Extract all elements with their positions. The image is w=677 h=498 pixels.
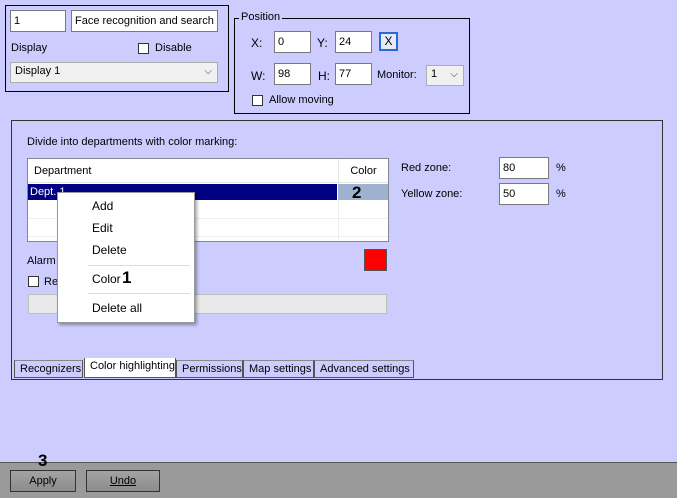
monitor-select-value: 1 (431, 68, 438, 80)
display-select[interactable]: Display 1 ⌵ (10, 62, 218, 83)
column-header-color[interactable]: Color (338, 159, 388, 183)
re-checkbox[interactable] (28, 276, 39, 287)
alarm-color-swatch[interactable] (364, 249, 387, 271)
chevron-down-icon: ⌵ (450, 69, 458, 80)
alarm-label: Alarm (27, 255, 56, 267)
h-field[interactable]: 77 (335, 63, 372, 85)
monitor-label: Monitor: (377, 69, 417, 81)
w-field[interactable]: 98 (274, 63, 311, 85)
marker-2: 2 (352, 183, 362, 202)
tab-recognizers[interactable]: Recognizers (14, 360, 83, 378)
tab-advanced-settings[interactable]: Advanced settings (314, 360, 414, 378)
monitor-select[interactable]: 1 ⌵ (426, 65, 464, 86)
menu-separator (88, 293, 190, 294)
reset-position-button[interactable]: X (379, 32, 398, 51)
y-label: Y: (317, 36, 328, 50)
context-menu: Add Edit Delete Color Delete all (57, 192, 195, 323)
grid-line (338, 200, 339, 240)
allow-moving-label: Allow moving (269, 94, 334, 106)
menu-item-edit[interactable]: Edit (58, 217, 194, 239)
disable-label: Disable (155, 42, 192, 54)
close-icon: X (384, 34, 393, 48)
panel-heading: Divide into departments with color marki… (27, 136, 238, 148)
y-field[interactable]: 24 (335, 31, 372, 53)
menu-item-delete-all[interactable]: Delete all (58, 297, 194, 319)
tab-map-settings[interactable]: Map settings (243, 360, 314, 378)
yellow-zone-label: Yellow zone: (401, 188, 463, 200)
menu-item-delete[interactable]: Delete (58, 239, 194, 261)
disable-checkbox[interactable] (138, 43, 149, 54)
object-name-field[interactable]: Face recognition and search 1 (71, 10, 218, 32)
allow-moving-checkbox[interactable] (252, 95, 263, 106)
tab-permissions[interactable]: Permissions (176, 360, 243, 378)
red-zone-unit: % (556, 162, 566, 174)
tab-color-highlighting[interactable]: Color highlighting (84, 358, 176, 378)
marker-1: 1 (122, 268, 132, 287)
re-checkbox-label: Re (44, 276, 59, 288)
undo-button[interactable]: Undo (86, 470, 160, 492)
w-label: W: (251, 69, 266, 83)
object-id-field[interactable]: 1 (10, 10, 66, 32)
x-label: X: (251, 36, 263, 50)
position-legend: Position (239, 11, 283, 23)
menu-separator (88, 265, 190, 266)
apply-button[interactable]: Apply (10, 470, 76, 492)
h-label: H: (318, 69, 330, 83)
row-color-cell[interactable] (338, 184, 388, 200)
display-select-value: Display 1 (15, 65, 61, 77)
yellow-zone-unit: % (556, 188, 566, 200)
undo-button-label: Undo (109, 475, 137, 487)
red-zone-label: Red zone: (401, 162, 452, 174)
x-field[interactable]: 0 (274, 31, 311, 53)
display-label: Display (11, 42, 48, 54)
marker-3: 3 (38, 451, 48, 470)
chevron-down-icon: ⌵ (204, 66, 212, 77)
yellow-zone-field[interactable]: 50 (499, 183, 549, 205)
menu-item-add[interactable]: Add (58, 195, 194, 217)
red-zone-field[interactable]: 80 (499, 157, 549, 179)
column-header-department[interactable]: Department (28, 159, 338, 183)
